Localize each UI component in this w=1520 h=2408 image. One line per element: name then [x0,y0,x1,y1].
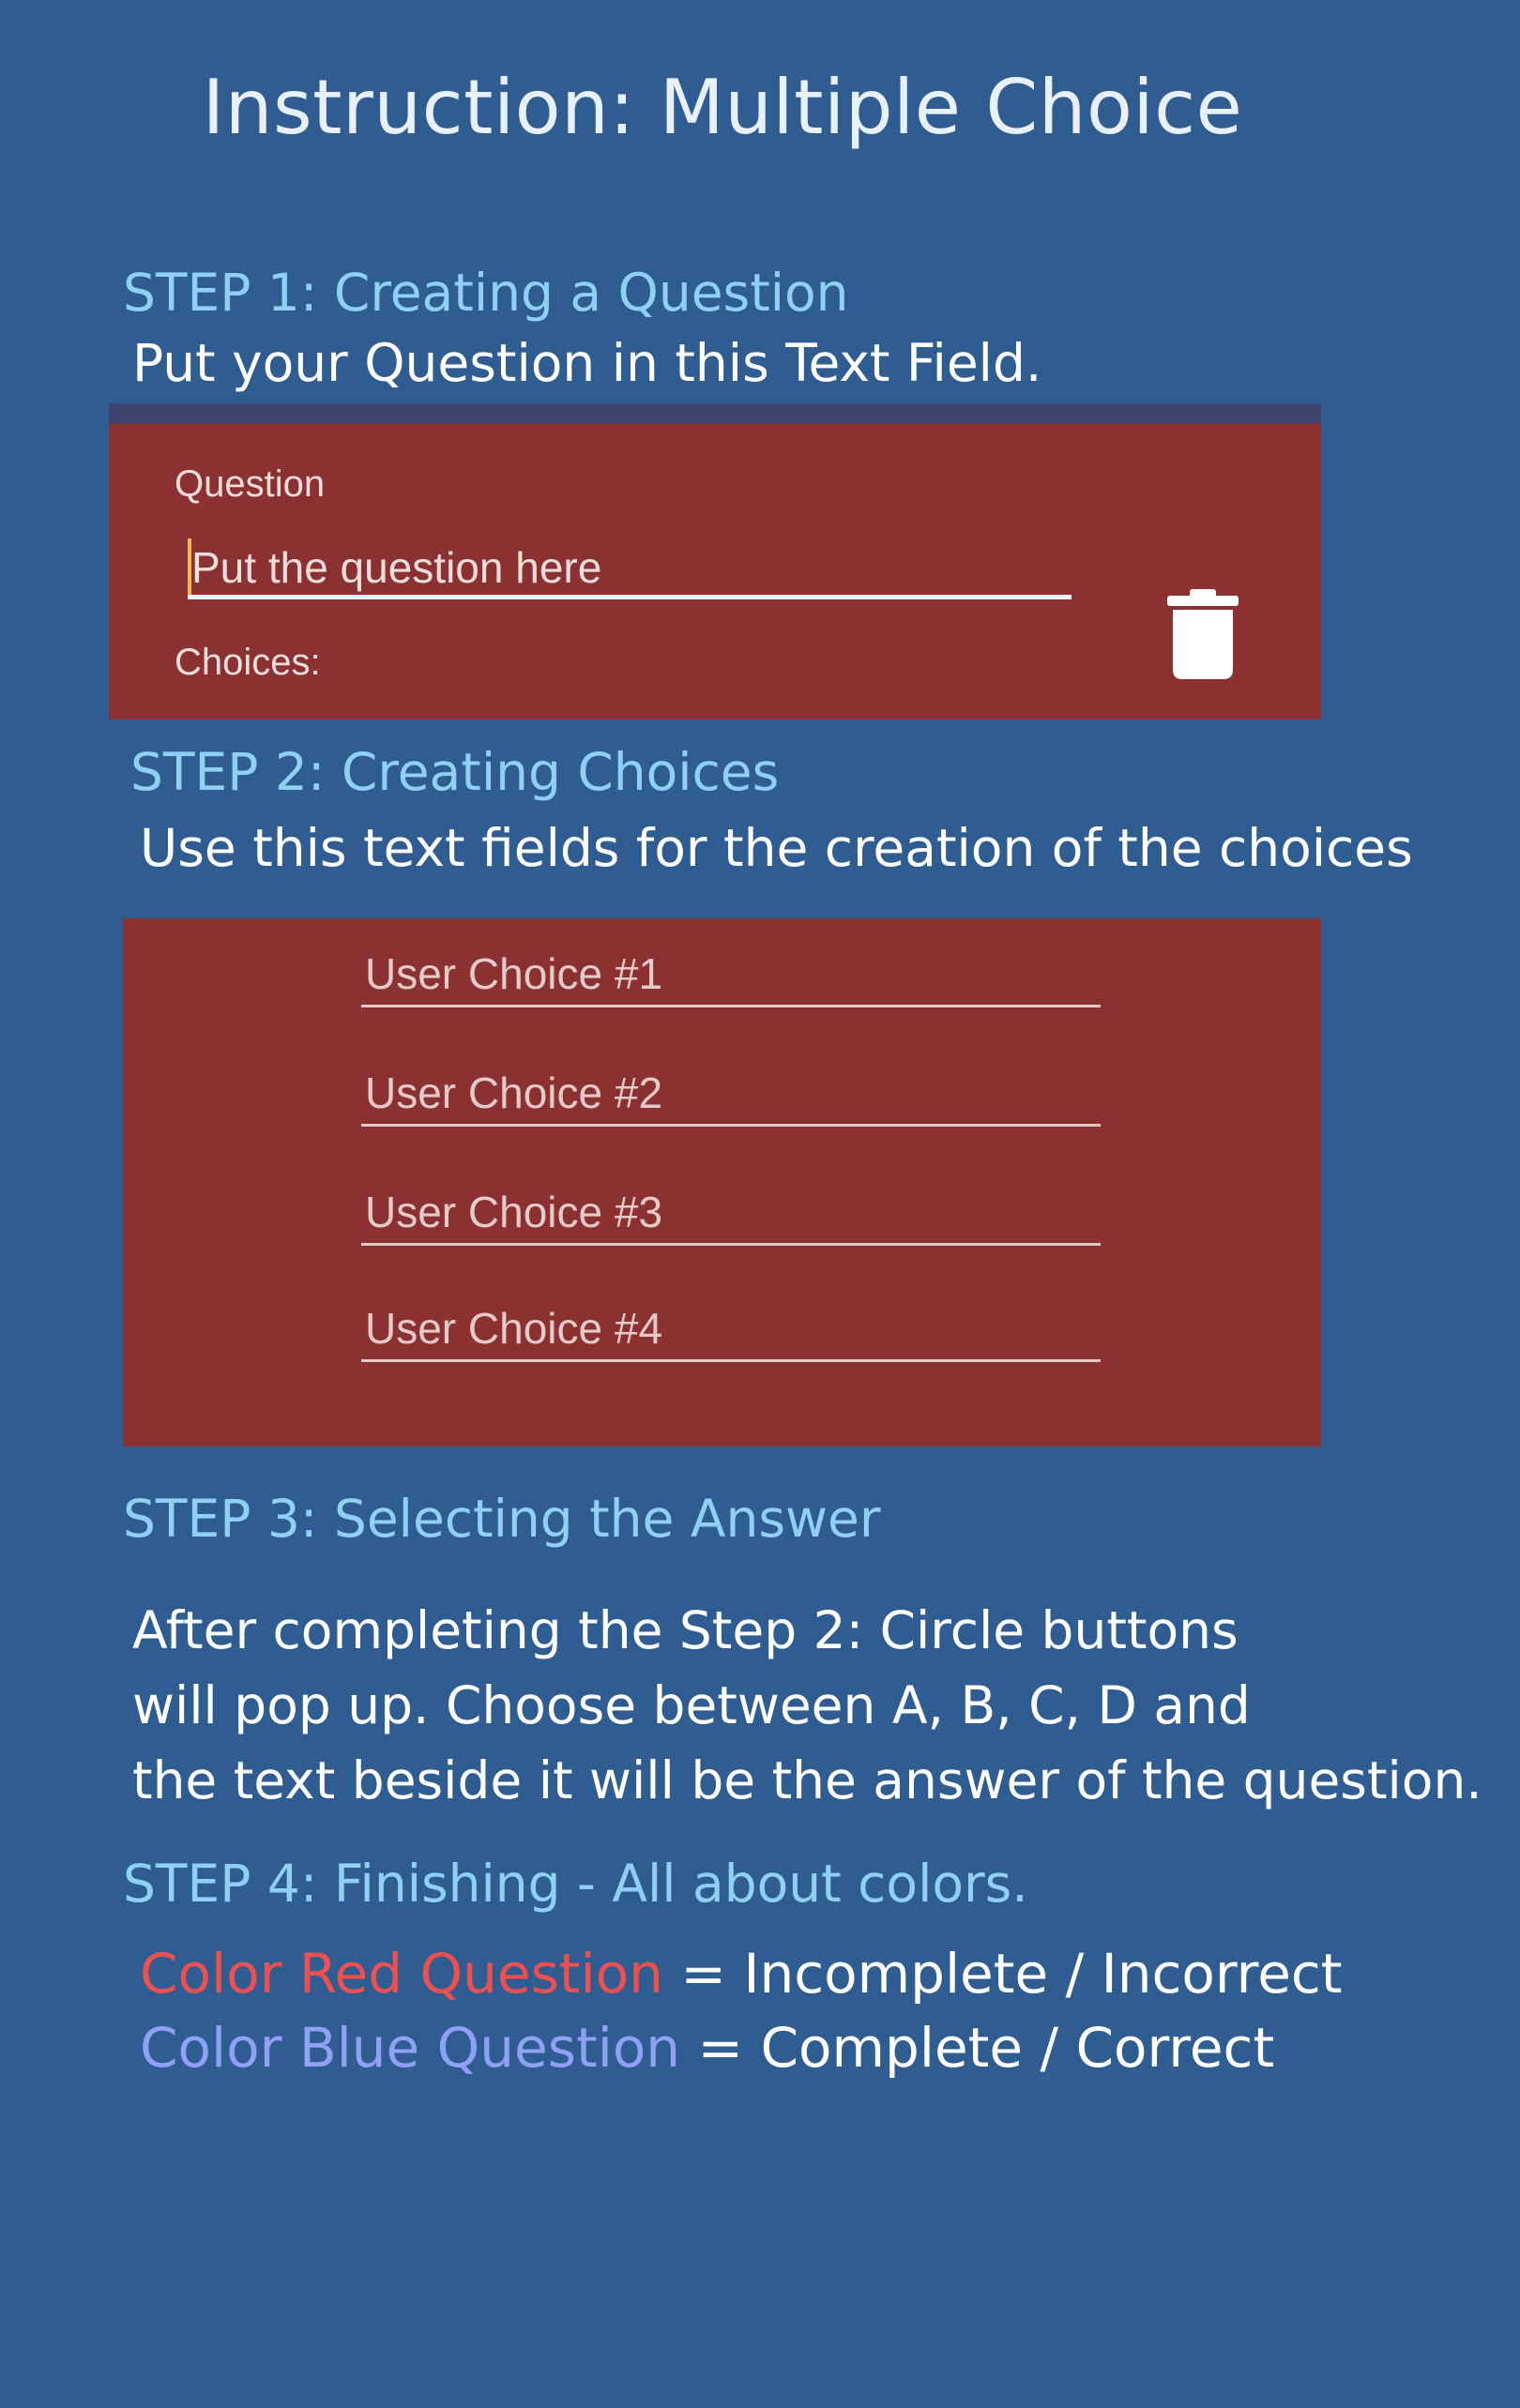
step2-text: Use this text fields for the creation of… [140,818,1413,878]
step3-text: After completing the Step 2: Circle butt… [132,1593,1482,1818]
choice-placeholder: User Choice #3 [365,1188,663,1236]
step3-line-3: the text beside it will be the answer of… [132,1750,1482,1810]
question-placeholder: Put the question here [191,543,602,592]
question-card-top-strip [109,403,1321,424]
legend-red-label: Color Red Question [140,1942,663,2006]
step3-line-2: will pop up. Choose between A, B, C, D a… [132,1675,1251,1735]
choice-placeholder: User Choice #1 [365,949,663,998]
choice-placeholder: User Choice #2 [365,1068,663,1117]
legend-blue-line: Color Blue Question = Complete / Correct [140,2016,1274,2080]
trash-icon[interactable] [1167,589,1239,679]
legend-red-line: Color Red Question = Incomplete / Incorr… [140,1942,1343,2006]
choices-label: Choices: [175,642,321,683]
question-card: Question Put the question here Choices: [109,424,1321,719]
page-title: Instruction: Multiple Choice [202,64,1243,151]
question-label: Question [175,463,326,505]
choice-input-4[interactable]: User Choice #4 [361,1297,1101,1362]
legend-blue-meaning: = Complete / Correct [680,2016,1275,2080]
legend-blue-label: Color Blue Question [140,2016,681,2080]
step2-heading: STEP 2: Creating Choices [130,742,780,802]
legend-red-meaning: = Incomplete / Incorrect [662,1942,1343,2006]
step1-text: Put your Question in this Text Field. [132,333,1042,393]
choice-placeholder: User Choice #4 [365,1304,663,1353]
step1-heading: STEP 1: Creating a Question [123,263,849,323]
choice-input-3[interactable]: User Choice #3 [361,1181,1101,1246]
step4-heading: STEP 4: Finishing - All about colors. [123,1854,1028,1914]
step3-line-1: After completing the Step 2: Circle butt… [132,1600,1239,1660]
choice-input-2[interactable]: User Choice #2 [361,1062,1101,1127]
step3-heading: STEP 3: Selecting the Answer [123,1489,881,1549]
question-input[interactable]: Put the question here [188,538,1072,599]
choice-input-1[interactable]: User Choice #1 [361,943,1101,1007]
choices-card: User Choice #1 User Choice #2 User Choic… [123,918,1321,1446]
